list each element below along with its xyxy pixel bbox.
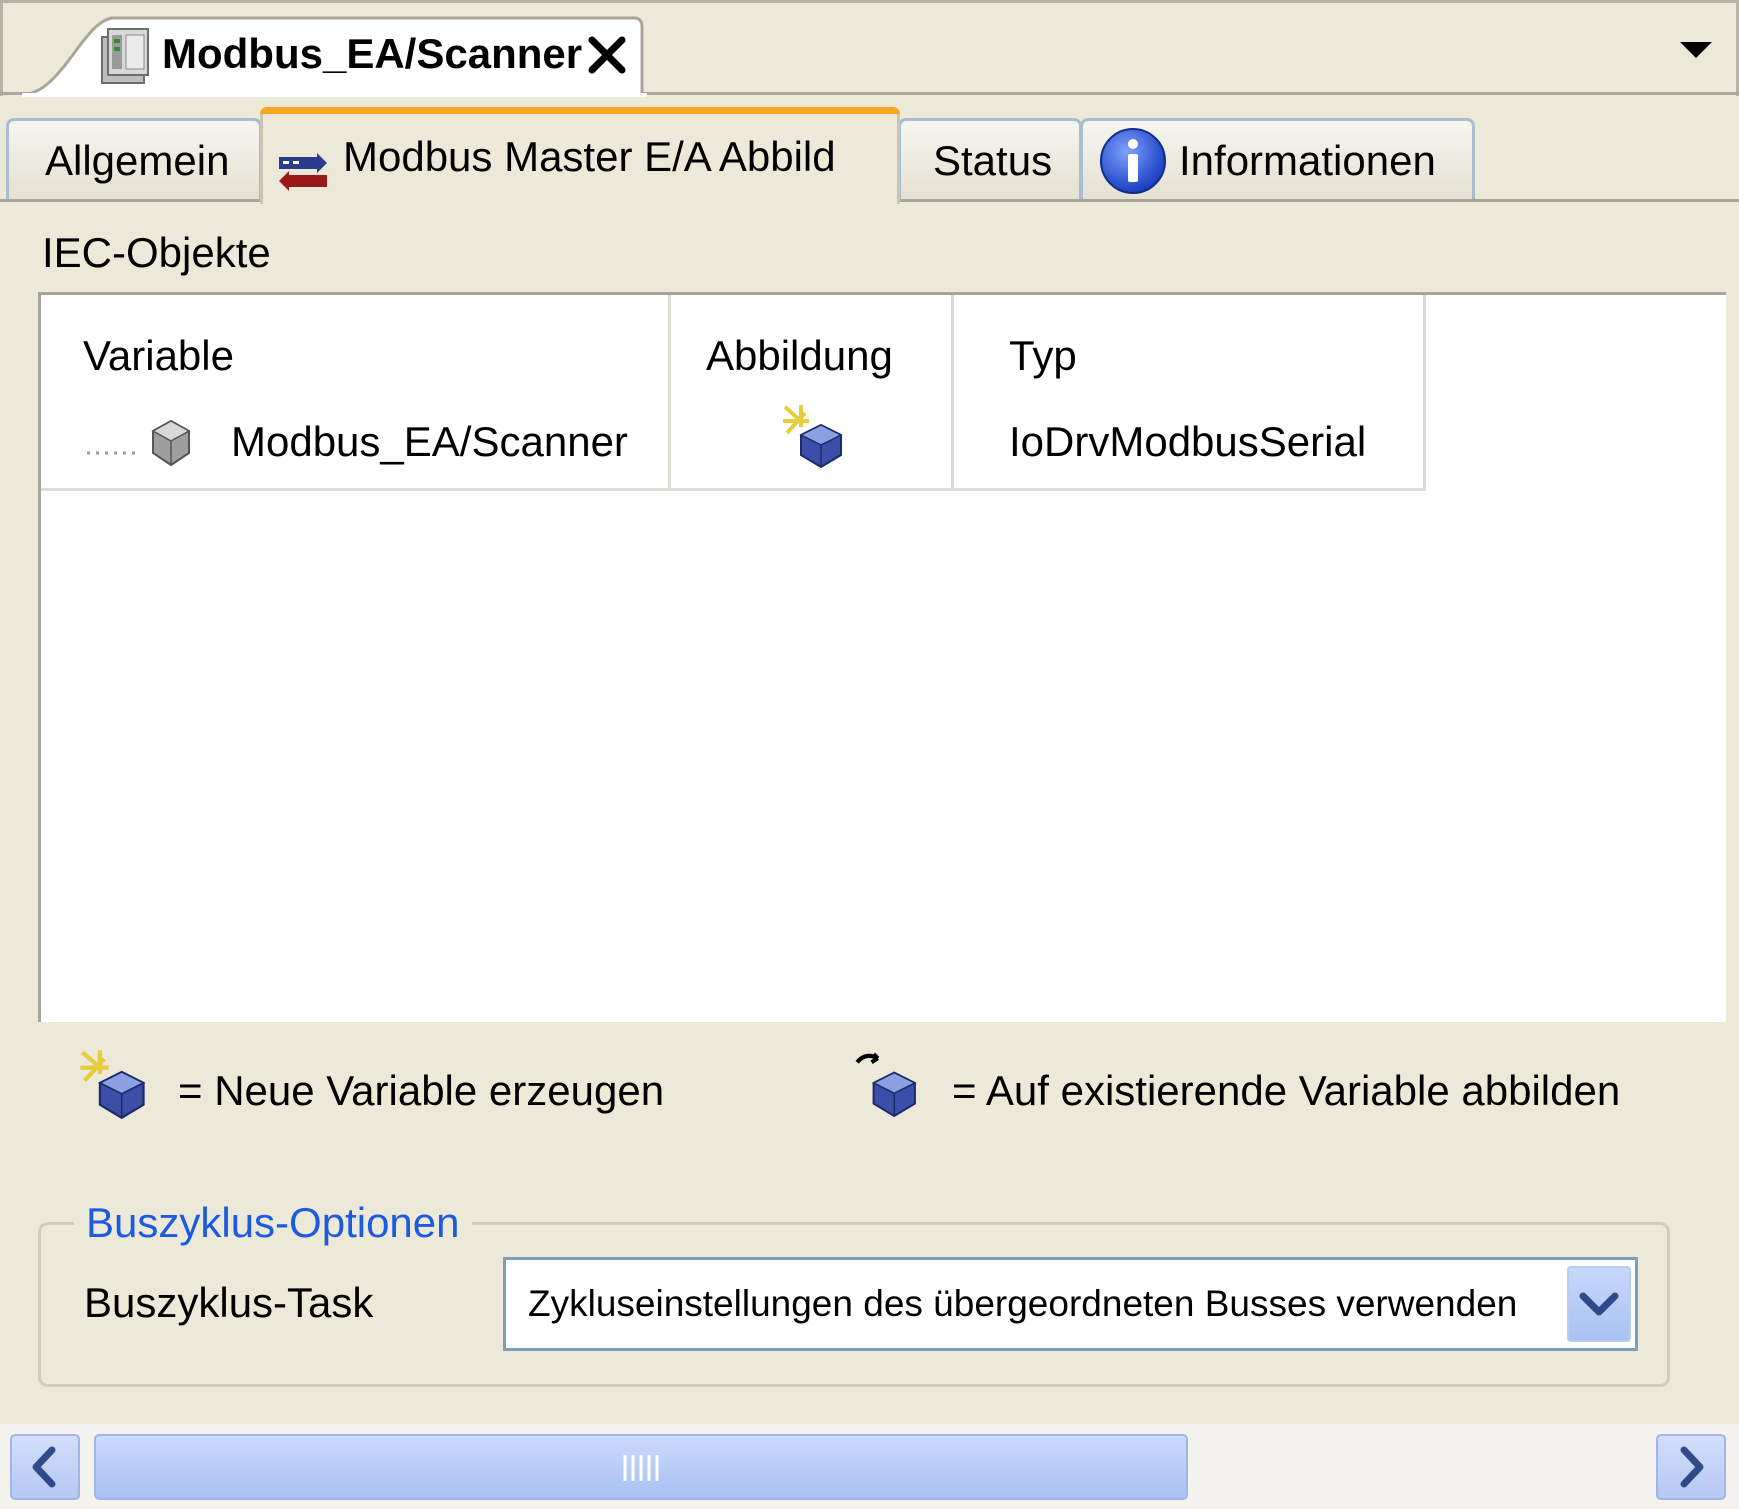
new-variable-icon[interactable] (781, 403, 845, 474)
chevron-down-icon[interactable] (1680, 40, 1712, 60)
dropdown-button[interactable] (1567, 1266, 1631, 1342)
legend-existing-variable-text: = Auf existierende Variable abbilden (952, 1067, 1621, 1114)
iec-objects-label: IEC-Objekte (42, 229, 271, 276)
device-object-icon (151, 419, 191, 472)
tab-label: Informationen (1179, 137, 1436, 184)
tab-status[interactable]: Status (898, 118, 1082, 202)
scroll-thumb[interactable] (94, 1434, 1188, 1500)
chevron-right-icon (1680, 1446, 1704, 1488)
type-cell: IoDrvModbusSerial (1009, 418, 1367, 465)
tab-modbus-master-io-mapping[interactable]: Modbus Master E/A Abbild (260, 107, 900, 204)
row-separator (41, 488, 1426, 491)
device-icon (100, 27, 150, 90)
tab-label: Allgemein (45, 137, 230, 184)
grip-icon (623, 1455, 659, 1481)
column-separator (1423, 295, 1426, 490)
tab-label: Status (933, 137, 1053, 184)
chevron-down-icon (1579, 1292, 1619, 1316)
existing-variable-legend-icon (853, 1048, 919, 1128)
tab-informationen[interactable]: Informationen (1080, 118, 1475, 202)
column-header-variable[interactable]: Variable (83, 331, 234, 381)
column-separator (668, 295, 671, 490)
tab-allgemein[interactable]: Allgemein (6, 118, 262, 202)
tab-label: Modbus Master E/A Abbild (343, 133, 836, 180)
variable-cell: Modbus_EA/Scanner (231, 418, 628, 465)
bus-cycle-task-select[interactable]: Zykluseinstellungen des übergeordneten B… (503, 1257, 1638, 1351)
io-mapping-icon (277, 137, 329, 217)
chevron-left-icon (32, 1446, 56, 1488)
scroll-left-button[interactable] (10, 1434, 80, 1500)
column-header-type[interactable]: Typ (1009, 331, 1077, 381)
document-tab[interactable]: Modbus_EA/Scanner (22, 15, 647, 97)
bus-cycle-task-label: Buszyklus-Task (84, 1279, 374, 1326)
column-separator (951, 295, 954, 490)
new-variable-legend-icon (78, 1048, 148, 1128)
info-icon (1099, 127, 1167, 221)
bus-cycle-options-label: Buszyklus-Optionen (74, 1198, 472, 1248)
device-editor: Modbus_EA/Scanner Allgemein Modbus Maste… (0, 0, 1739, 1509)
document-tab-title: Modbus_EA/Scanner (162, 30, 583, 77)
horizontal-scrollbar[interactable] (0, 1424, 1739, 1509)
bus-cycle-task-value: Zykluseinstellungen des übergeordneten B… (528, 1283, 1518, 1324)
scroll-right-button[interactable] (1656, 1434, 1726, 1500)
column-header-mapping[interactable]: Abbildung (706, 331, 893, 381)
iec-objects-table: Variable Abbildung Typ Modbus_EA/Scanner (38, 292, 1726, 1022)
tree-line-icon (87, 442, 135, 460)
close-icon[interactable] (587, 35, 627, 75)
legend-new-variable-text: = Neue Variable erzeugen (178, 1067, 665, 1114)
